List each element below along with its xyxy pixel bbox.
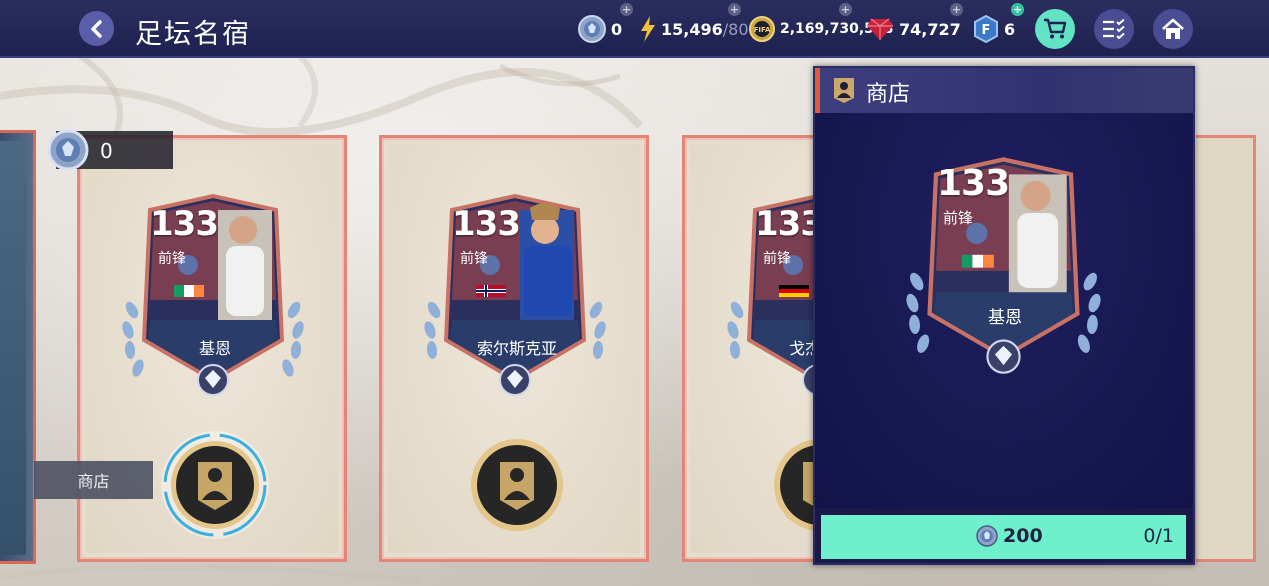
purchase-limit: 0/1 — [1143, 525, 1174, 547]
shop-body: 133 前锋 基恩 — [815, 113, 1193, 508]
previous-slot-partial[interactable] — [0, 130, 36, 564]
player-pack-icon — [834, 78, 854, 103]
tasks-button[interactable] — [1094, 9, 1134, 49]
previous-slot-image — [0, 141, 26, 555]
shop-card-player-name: 基恩 — [988, 308, 1022, 328]
shop-tab[interactable]: 商店 — [34, 461, 153, 499]
redeem-pack-button[interactable] — [462, 430, 572, 540]
card-player-name: 索尔斯克亚 — [476, 339, 557, 358]
legend-token-icon — [976, 525, 998, 547]
lightning-icon — [640, 16, 656, 42]
fc-points-icon: F — [973, 15, 999, 43]
add-fc-points-button[interactable]: + — [1011, 3, 1024, 16]
fifa-coin-icon: FIFA — [749, 16, 775, 42]
legend-token-icon — [578, 15, 606, 43]
red-gem-icon — [866, 17, 894, 41]
card-position: 前锋 — [158, 251, 186, 267]
shop-title: 商店 — [866, 82, 911, 107]
energy-value: 15,496 — [661, 19, 723, 39]
buy-button[interactable]: 200 0/1 — [821, 515, 1186, 559]
legend-slot-2[interactable]: 133 前锋 索尔斯克亚 — [379, 135, 649, 562]
svg-text:F: F — [982, 23, 991, 38]
card-rating: 133 — [150, 204, 219, 244]
add-gems-button[interactable]: + — [950, 3, 963, 16]
fc-points-value: 6 — [1004, 19, 1016, 39]
token-counter: 0 — [47, 129, 173, 171]
back-button[interactable] — [79, 11, 114, 46]
add-token-button[interactable]: + — [620, 3, 633, 16]
player-pack-icon — [161, 431, 269, 539]
buy-price: 200 — [1003, 525, 1043, 547]
token-resource[interactable]: 0 + — [578, 3, 633, 44]
next-slot-partial[interactable] — [1196, 135, 1256, 562]
legend-token-icon — [47, 129, 89, 171]
card-player-name: 基恩 — [198, 339, 231, 358]
back-arrow-icon — [90, 19, 102, 38]
shop-card-position: 前锋 — [943, 209, 974, 227]
card-rating: 133 — [452, 204, 521, 244]
svg-text:FIFA: FIFA — [754, 26, 771, 34]
top-bar: 足坛名宿 0 + 15,496 /80 + FIFA 2,169,730,538… — [0, 0, 1269, 58]
home-button[interactable] — [1153, 9, 1193, 49]
energy-max: /80 — [722, 19, 749, 39]
shop-panel: 商店 133 前锋 基恩 200 0/1 — [813, 66, 1195, 565]
card-position: 前锋 — [460, 251, 488, 267]
shop-header: 商店 — [815, 68, 1193, 113]
page-title: 足坛名宿 — [135, 19, 251, 50]
store-cart-button[interactable] — [1035, 9, 1075, 49]
cart-icon — [1044, 18, 1067, 39]
home-icon — [1162, 18, 1184, 39]
fc-points-resource[interactable]: F 6 + — [973, 3, 1024, 44]
energy-resource[interactable]: 15,496 /80 + — [640, 3, 749, 44]
checklist-icon — [1103, 19, 1125, 39]
token-count: 0 — [100, 139, 113, 163]
add-energy-button[interactable]: + — [728, 3, 741, 16]
card-position: 前锋 — [763, 251, 791, 267]
gem-value: 74,727 — [899, 19, 961, 39]
gem-resource[interactable]: 74,727 + — [866, 3, 963, 44]
shop-card-rating: 133 — [937, 163, 1010, 204]
token-value: 0 — [611, 19, 623, 39]
redeem-pack-button[interactable] — [160, 430, 270, 540]
player-pack-icon — [471, 439, 563, 531]
add-coins-button[interactable]: + — [839, 3, 852, 16]
